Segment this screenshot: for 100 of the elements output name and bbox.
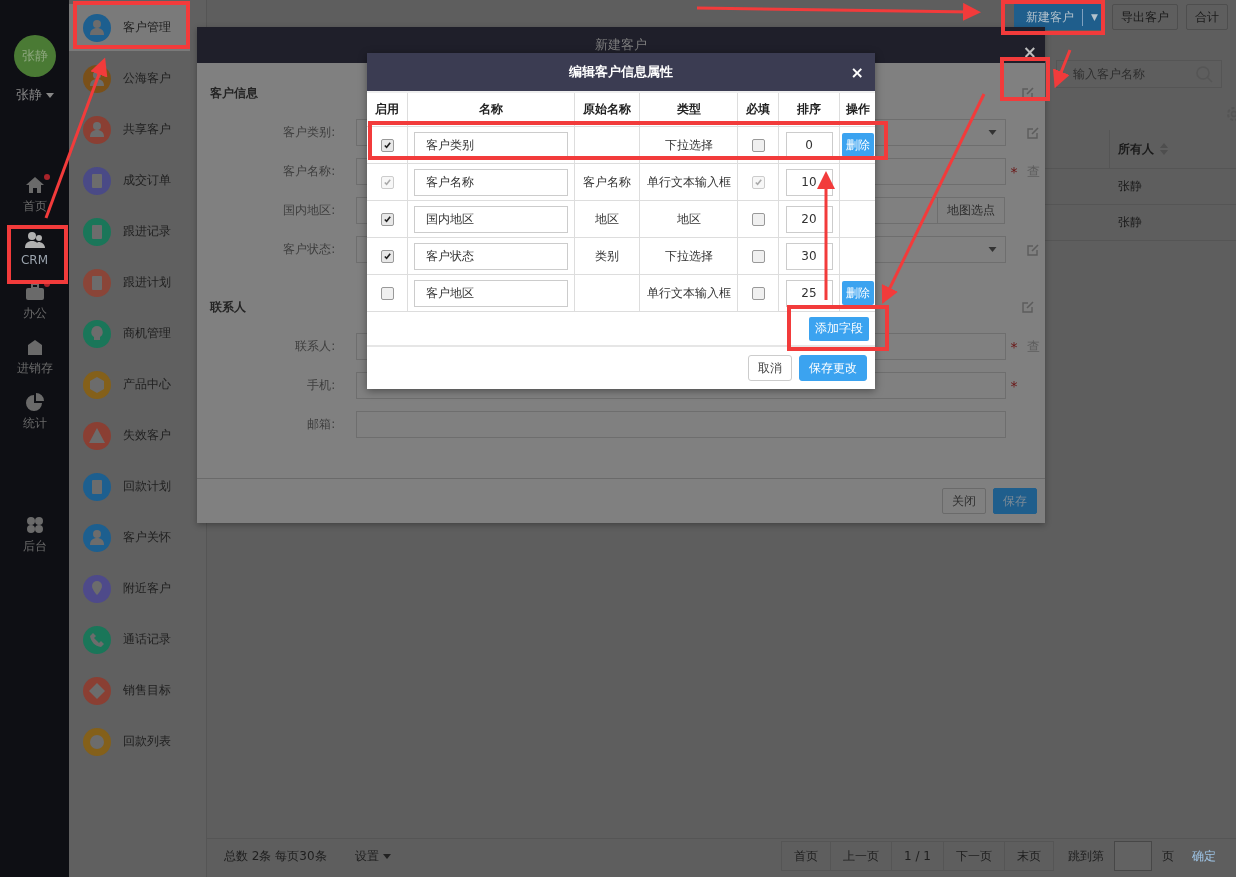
- cancel-button[interactable]: 取消: [748, 355, 792, 381]
- checkbox[interactable]: [751, 250, 765, 263]
- page-unit: 页: [1162, 847, 1174, 865]
- menu-item[interactable]: 附近客户: [69, 565, 190, 612]
- column-header[interactable]: 所有人: [1109, 130, 1236, 168]
- section-title: 联系人: [210, 298, 246, 316]
- close-button[interactable]: ×: [850, 63, 864, 82]
- menu-item[interactable]: 销售目标: [69, 667, 190, 714]
- checkbox[interactable]: [751, 287, 765, 300]
- home-icon: [24, 176, 45, 194]
- nav-item[interactable]: 统计: [7, 391, 62, 434]
- menu-label: 销售目标: [123, 682, 171, 699]
- confirm-link[interactable]: 确定: [1192, 847, 1216, 865]
- menu-label: 共享客户: [123, 121, 171, 138]
- close-button[interactable]: 关闭: [942, 488, 986, 514]
- menu-label: 回款列表: [123, 733, 171, 750]
- edit-icon[interactable]: [1026, 125, 1041, 140]
- menu-label: 客户管理: [123, 19, 171, 36]
- original-name: 类别: [595, 248, 619, 263]
- menu-item[interactable]: 公海客户: [69, 55, 190, 102]
- menu-item[interactable]: 产品中心: [69, 361, 190, 408]
- field-type: 下拉选择: [664, 137, 713, 152]
- menu-item[interactable]: 回款列表: [69, 718, 190, 765]
- order-input[interactable]: 20: [785, 205, 833, 233]
- export-button[interactable]: 导出客户: [1112, 4, 1178, 30]
- save-changes-button[interactable]: 保存更改: [799, 355, 867, 381]
- check-icon: [382, 215, 392, 224]
- highlight-frame: [7, 225, 68, 284]
- checkbox[interactable]: [380, 213, 394, 226]
- edit-icon[interactable]: [1026, 242, 1041, 257]
- save-button[interactable]: 保存: [993, 488, 1037, 514]
- menu-label: 商机管理: [123, 325, 171, 342]
- field-label: 客户名称:: [282, 163, 337, 180]
- name-input[interactable]: 国内地区: [414, 205, 568, 233]
- checkbox[interactable]: [751, 139, 765, 152]
- check-icon: [382, 252, 392, 261]
- section-title: 客户信息: [210, 84, 258, 102]
- menu-item[interactable]: 通话记录: [69, 616, 190, 663]
- field-type: 下拉选择: [664, 248, 713, 263]
- pie-icon: [24, 393, 45, 411]
- grid-icon: [24, 516, 45, 534]
- total-button[interactable]: 合计: [1186, 4, 1228, 30]
- menu-item[interactable]: 跟进计划: [69, 259, 190, 306]
- field-label: 手机:: [306, 377, 337, 394]
- menu-label: 产品中心: [123, 376, 171, 393]
- page-input[interactable]: [1114, 841, 1152, 871]
- highlight-frame: [1000, 57, 1050, 101]
- checkbox[interactable]: [380, 287, 394, 300]
- column-header: 原始名称: [574, 92, 640, 127]
- add-field-button[interactable]: 添加字段: [809, 316, 869, 341]
- required-mark: *: [1010, 377, 1018, 394]
- map-pick-button[interactable]: 地图选点: [937, 197, 1006, 224]
- caret-icon: [988, 247, 998, 252]
- menu-label: 跟进计划: [123, 274, 171, 291]
- column-header: 排序: [778, 92, 840, 127]
- pagination-button[interactable]: 1 / 1: [891, 841, 944, 871]
- menu-item[interactable]: 商机管理: [69, 310, 190, 357]
- edit-icon[interactable]: [1021, 86, 1035, 100]
- nav-item[interactable]: CRM: [7, 229, 62, 269]
- menu-item[interactable]: 客户关怀: [69, 514, 190, 561]
- name-input[interactable]: 客户状态: [414, 242, 568, 270]
- menu-label: 失效客户: [123, 427, 171, 444]
- people-icon: [24, 231, 45, 249]
- edit-icon[interactable]: [1021, 300, 1035, 314]
- nav-item[interactable]: 进销存: [7, 336, 62, 379]
- checkbox[interactable]: [380, 250, 394, 263]
- user-avatar[interactable]: 张静: [13, 35, 56, 77]
- column-header: 启用: [367, 92, 408, 127]
- original-name: 客户名称: [583, 174, 631, 189]
- field-type: 地区: [676, 211, 701, 226]
- nav-item[interactable]: 后台: [7, 514, 62, 557]
- name-input[interactable]: 客户地区: [414, 279, 568, 307]
- menu-item[interactable]: 回款计划: [69, 463, 190, 510]
- name-input[interactable]: 客户类别: [414, 131, 568, 159]
- dialog-title: 编辑客户信息属性: [569, 63, 673, 81]
- order-input[interactable]: 30: [785, 242, 833, 270]
- briefcase-icon: [24, 283, 45, 301]
- delete-button[interactable]: 删除: [841, 133, 874, 157]
- field-label: 联系人:: [294, 338, 337, 355]
- pagination-button[interactable]: 末页: [1004, 841, 1054, 871]
- menu-item[interactable]: 跟进记录: [69, 208, 190, 255]
- menu-label: 回款计划: [123, 478, 171, 495]
- checkbox[interactable]: [751, 213, 765, 226]
- new-customer-button[interactable]: 新建客户 ▼: [1014, 4, 1104, 30]
- close-button[interactable]: ×: [1022, 45, 1037, 59]
- checkbox[interactable]: [380, 139, 394, 152]
- required-mark: *: [1010, 163, 1018, 180]
- dropdown-toggle[interactable]: ▼: [1083, 12, 1098, 22]
- order-input[interactable]: 0: [785, 131, 833, 159]
- menu-label: 客户关怀: [123, 529, 171, 546]
- nav-item[interactable]: 首页: [7, 174, 62, 217]
- menu-label: 通话记录: [123, 631, 171, 648]
- menu-item[interactable]: 失效客户: [69, 412, 190, 459]
- delete-button[interactable]: 删除: [841, 281, 874, 305]
- menu-item[interactable]: 共享客户: [69, 106, 190, 153]
- menu-item[interactable]: 成交订单: [69, 157, 190, 204]
- user-menu[interactable]: 张静: [15, 86, 54, 104]
- pagination-button[interactable]: 首页: [781, 841, 832, 871]
- menu-label: 跟进记录: [123, 223, 171, 240]
- dialog-title: 新建客户: [595, 36, 647, 54]
